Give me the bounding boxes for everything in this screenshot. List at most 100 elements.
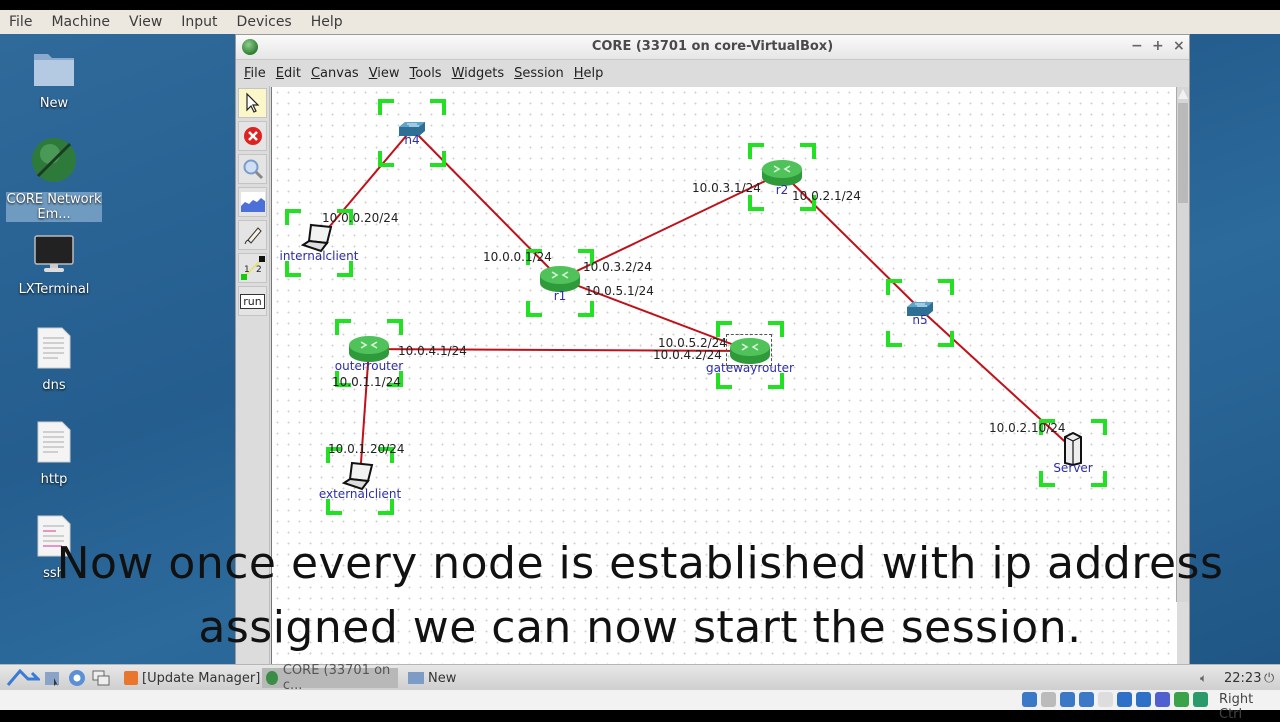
lxde-logo-icon: [6, 669, 40, 686]
subtitle-line-1: Now once every node is established with …: [56, 538, 1224, 589]
screen: File Machine View Input Devices Help New…: [0, 0, 1280, 722]
node-label-n4[interactable]: n4: [352, 133, 472, 147]
ip-label-externalclient: 10.0.1.20/24: [328, 442, 405, 456]
power-icon: ⏻: [1264, 670, 1275, 686]
ip-label-internalclient: 10.0.0.20/24: [322, 211, 399, 225]
desktop-icon-dns[interactable]: dns: [6, 326, 102, 393]
show-desktop-button[interactable]: [88, 668, 114, 688]
svg-text:2: 2: [256, 265, 262, 275]
node-label-externalclient[interactable]: externalclient: [300, 487, 420, 501]
core-app-icon: [32, 138, 76, 182]
menu-edit[interactable]: Edit: [276, 66, 301, 81]
shared-folder-status-icon[interactable]: [1098, 692, 1113, 707]
volume-icon: 🔈︎: [1200, 670, 1208, 685]
task-core[interactable]: CORE (33701 on c...: [262, 663, 398, 693]
vbox-menu-devices[interactable]: Devices: [237, 14, 292, 30]
desktop-icon-core[interactable]: CORE Network Em...: [6, 136, 102, 222]
vbox-menu-help[interactable]: Help: [311, 14, 343, 30]
node-label-server[interactable]: Server: [1013, 461, 1133, 475]
ip-label-outer_gw: 10.0.4.1/24: [398, 344, 467, 358]
task-label: New: [428, 670, 457, 686]
cursor-arrow-icon: [245, 92, 259, 113]
capture-status-icon[interactable]: [1136, 692, 1151, 707]
task-label: [Update Manager]: [142, 670, 261, 686]
window-titlebar[interactable]: CORE (33701 on core-VirtualBox) − + ×: [236, 35, 1189, 60]
magnifier-icon: [243, 159, 263, 180]
ip-label-r2_r1: 10.0.3.1/24: [692, 181, 761, 195]
clock-time: 22:23: [1224, 670, 1262, 686]
recording-status-icon[interactable]: [1174, 692, 1189, 707]
hdd-status-icon[interactable]: [1022, 692, 1037, 707]
task-new-folder[interactable]: New: [404, 668, 460, 688]
minimize-button[interactable]: −: [1131, 38, 1143, 54]
volume-control[interactable]: 🔈︎: [1196, 668, 1211, 688]
power-button[interactable]: ⏻: [1260, 668, 1278, 688]
node-label-n5[interactable]: n5: [860, 313, 980, 327]
marker-tool[interactable]: [238, 220, 267, 250]
scrollbar-thumb[interactable]: [1178, 103, 1188, 203]
pencil-icon: [244, 227, 262, 245]
usb-status-icon[interactable]: [1079, 692, 1094, 707]
vbox-menu-input[interactable]: Input: [181, 14, 217, 30]
browser-launcher[interactable]: [64, 668, 90, 688]
menu-file[interactable]: File: [244, 66, 266, 81]
ip-label-outer_ext: 10.0.1.1/24: [332, 375, 401, 389]
core-app-icon: [266, 671, 278, 685]
stop-tool[interactable]: [238, 121, 267, 151]
ip-label-r2_n5: 10.0.2.1/24: [792, 189, 861, 203]
download-status-icon[interactable]: [1193, 692, 1208, 707]
guest-status-icon[interactable]: [1155, 692, 1170, 707]
ip-label-r1_gw: 10.0.5.1/24: [585, 284, 654, 298]
vbox-menu-machine[interactable]: Machine: [51, 14, 110, 30]
run-tool[interactable]: run: [238, 286, 267, 316]
vbox-menu-view[interactable]: View: [129, 14, 162, 30]
gatewayrouter-focus-outline: [726, 334, 772, 366]
plot-tool[interactable]: [238, 187, 267, 217]
terminal-icon: [34, 235, 74, 272]
browser-icon: [69, 670, 85, 686]
folder-icon: [408, 672, 424, 684]
canvas-vertical-scrollbar[interactable]: [1176, 87, 1189, 602]
throughput-plot-icon: [240, 192, 265, 212]
windows-icon: [92, 670, 110, 686]
vbox-device-icons: [1022, 692, 1208, 707]
file-manager-launcher[interactable]: [40, 668, 66, 688]
clock: 22:23: [1220, 668, 1265, 688]
start-menu-button[interactable]: [2, 668, 44, 688]
svg-text:1: 1: [244, 265, 250, 275]
vbox-menu-file[interactable]: File: [9, 14, 32, 30]
task-update-manager[interactable]: [Update Manager]: [120, 668, 264, 688]
menu-help[interactable]: Help: [574, 66, 604, 81]
document-icon: [37, 327, 71, 369]
stop-icon: [243, 127, 262, 145]
desktop-icon-http[interactable]: http: [6, 420, 102, 487]
zoom-tool[interactable]: [238, 154, 267, 184]
menu-tools[interactable]: Tools: [410, 66, 442, 81]
optical-status-icon[interactable]: [1041, 692, 1056, 707]
ip-label-gw_outer: 10.0.4.2/24: [653, 348, 722, 362]
node-label-outerrouter[interactable]: outerrouter: [309, 359, 429, 373]
link-tool-icon: 12: [240, 256, 265, 280]
maximize-button[interactable]: +: [1152, 38, 1164, 54]
ip-label-server: 10.0.2.10/24: [989, 421, 1066, 435]
menu-view[interactable]: View: [369, 66, 400, 81]
network-status-icon[interactable]: [1060, 692, 1075, 707]
desktop-icon-lxterminal[interactable]: LXTerminal: [6, 234, 102, 297]
close-button[interactable]: ×: [1173, 38, 1185, 54]
display-status-icon[interactable]: [1117, 692, 1132, 707]
two-node-tool[interactable]: 12: [238, 253, 267, 283]
node-label-internalclient[interactable]: internalclient: [272, 249, 379, 263]
taskbar: [Update Manager] CORE (33701 on c... New…: [0, 663, 1280, 693]
menu-widgets[interactable]: Widgets: [452, 66, 505, 81]
scroll-up-arrow-icon[interactable]: [1178, 89, 1188, 99]
desktop-icon-new[interactable]: New: [6, 48, 102, 111]
vbox-statusbar: Right Ctrl: [0, 690, 1280, 722]
file-manager-icon: [45, 672, 59, 686]
vbox-menubar: File Machine View Input Devices Help: [0, 10, 1280, 34]
subtitle-line-2: assigned we can now start the session.: [198, 602, 1082, 653]
menu-session[interactable]: Session: [514, 66, 564, 81]
document-icon: [37, 421, 71, 463]
task-label: CORE (33701 on c...: [282, 663, 391, 693]
select-tool[interactable]: [238, 88, 267, 118]
menu-canvas[interactable]: Canvas: [311, 66, 359, 81]
